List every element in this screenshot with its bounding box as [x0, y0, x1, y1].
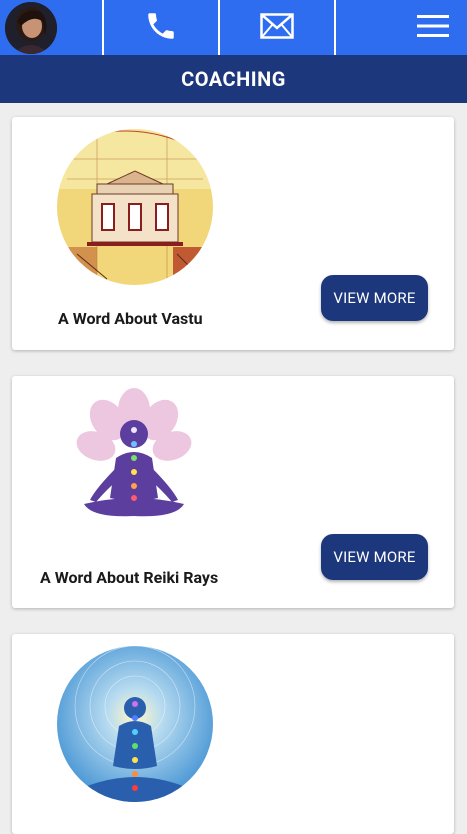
profile-avatar-button[interactable]: [0, 0, 102, 55]
top-action-bar: [0, 0, 467, 55]
vastu-image: [57, 129, 213, 285]
card-title: A Word About Vastu: [58, 309, 203, 328]
view-more-button[interactable]: VIEW MORE: [321, 275, 428, 321]
page-title: COACHING: [0, 55, 467, 103]
email-button[interactable]: [220, 0, 334, 55]
phone-icon: [144, 9, 178, 47]
call-button[interactable]: [104, 0, 218, 55]
hamburger-menu-icon: [417, 14, 449, 41]
coaching-card-chakra: [12, 634, 454, 834]
reiki-image: [56, 388, 212, 544]
chakra-meditation-image: [57, 646, 213, 802]
coaching-card-reiki: A Word About Reiki Rays VIEW MORE: [12, 376, 454, 608]
coaching-card-vastu: A Word About Vastu VIEW MORE: [12, 117, 454, 350]
card-title: A Word About Reiki Rays: [40, 568, 219, 587]
view-more-button[interactable]: VIEW MORE: [321, 534, 428, 580]
avatar: [5, 1, 57, 54]
menu-button[interactable]: [336, 0, 467, 55]
mail-icon: [260, 12, 294, 43]
